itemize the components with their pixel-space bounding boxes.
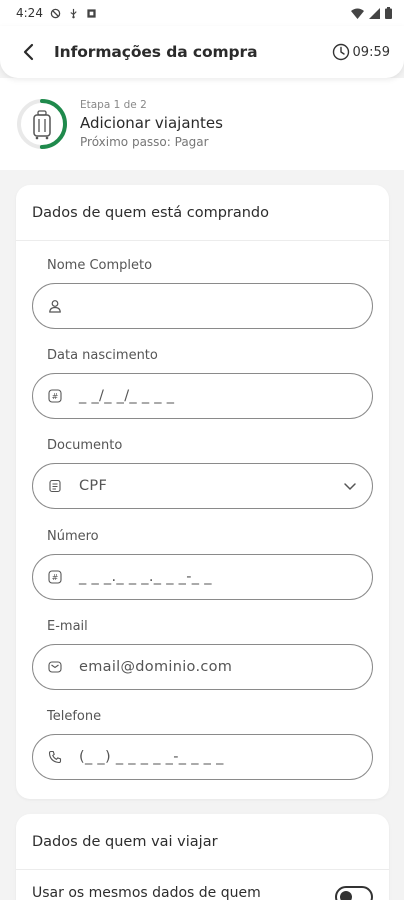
full-name-field[interactable] [32, 283, 373, 329]
document-number-value: _ _ _._ _ _._ _ _-_ _ [79, 569, 212, 585]
usb-icon [70, 8, 77, 18]
traveler-card: Dados de quem vai viajar Usar os mesmos … [16, 814, 389, 900]
number-label: Número [47, 529, 99, 544]
clock-icon [332, 43, 349, 61]
phone-value: (_ _) _ _ _ _ _-_ _ _ _ [79, 749, 224, 765]
mail-icon [47, 659, 63, 675]
email-label: E-mail [47, 619, 88, 634]
hash-icon: # [47, 388, 63, 404]
step-progress-ring [16, 98, 68, 150]
back-button[interactable] [16, 39, 42, 65]
do-not-disturb-icon [50, 8, 61, 18]
wifi-icon [351, 8, 364, 19]
same-data-label: Usar os mesmos dados de quem [32, 885, 261, 900]
buyer-card: Dados de quem está comprando Nome Comple… [16, 185, 389, 799]
notification-icon [87, 8, 96, 18]
phone-label: Telefone [47, 709, 102, 724]
same-data-toggle[interactable] [335, 886, 373, 900]
buyer-card-title: Dados de quem está comprando [16, 185, 389, 241]
timer-value: 09:59 [352, 44, 390, 60]
traveler-card-title: Dados de quem vai viajar [16, 814, 389, 870]
countdown-timer: 09:59 [332, 43, 390, 61]
step-label: Etapa 1 de 2 [80, 99, 147, 111]
signal-icon [369, 7, 380, 19]
page-title: Informações da compra [54, 43, 258, 61]
document-label: Documento [47, 438, 123, 453]
status-bar: 4:24 [0, 0, 404, 26]
status-time: 4:24 [16, 6, 43, 20]
person-icon [47, 298, 63, 314]
chevron-left-icon [23, 43, 34, 61]
email-field[interactable]: email@dominio.com [32, 644, 373, 690]
birthdate-value: _ _/_ _/_ _ _ _ [79, 388, 175, 404]
email-placeholder: email@dominio.com [79, 659, 233, 675]
birthdate-label: Data nascimento [47, 348, 158, 363]
svg-text:#: # [52, 573, 59, 582]
battery-icon [385, 7, 392, 19]
document-number-field[interactable]: # _ _ _._ _ _._ _ _-_ _ [32, 554, 373, 600]
chevron-down-icon [344, 483, 356, 491]
document-select[interactable]: CPF [32, 463, 373, 509]
step-progress: Etapa 1 de 2 Adicionar viajantes Próximo… [0, 78, 404, 170]
step-next: Próximo passo: Pagar [80, 135, 209, 149]
birthdate-field[interactable]: # _ _/_ _/_ _ _ _ [32, 373, 373, 419]
step-title: Adicionar viajantes [80, 114, 223, 132]
document-value: CPF [79, 478, 108, 494]
phone-icon [47, 749, 63, 765]
app-header: Informações da compra 09:59 [0, 26, 404, 78]
name-label: Nome Completo [47, 258, 153, 273]
phone-field[interactable]: (_ _) _ _ _ _ _-_ _ _ _ [32, 734, 373, 780]
svg-text:#: # [52, 392, 59, 401]
hash-icon: # [47, 569, 63, 585]
document-icon [47, 478, 63, 494]
suitcase-icon [33, 110, 51, 140]
same-data-row: Usar os mesmos dados de quem [32, 884, 373, 900]
